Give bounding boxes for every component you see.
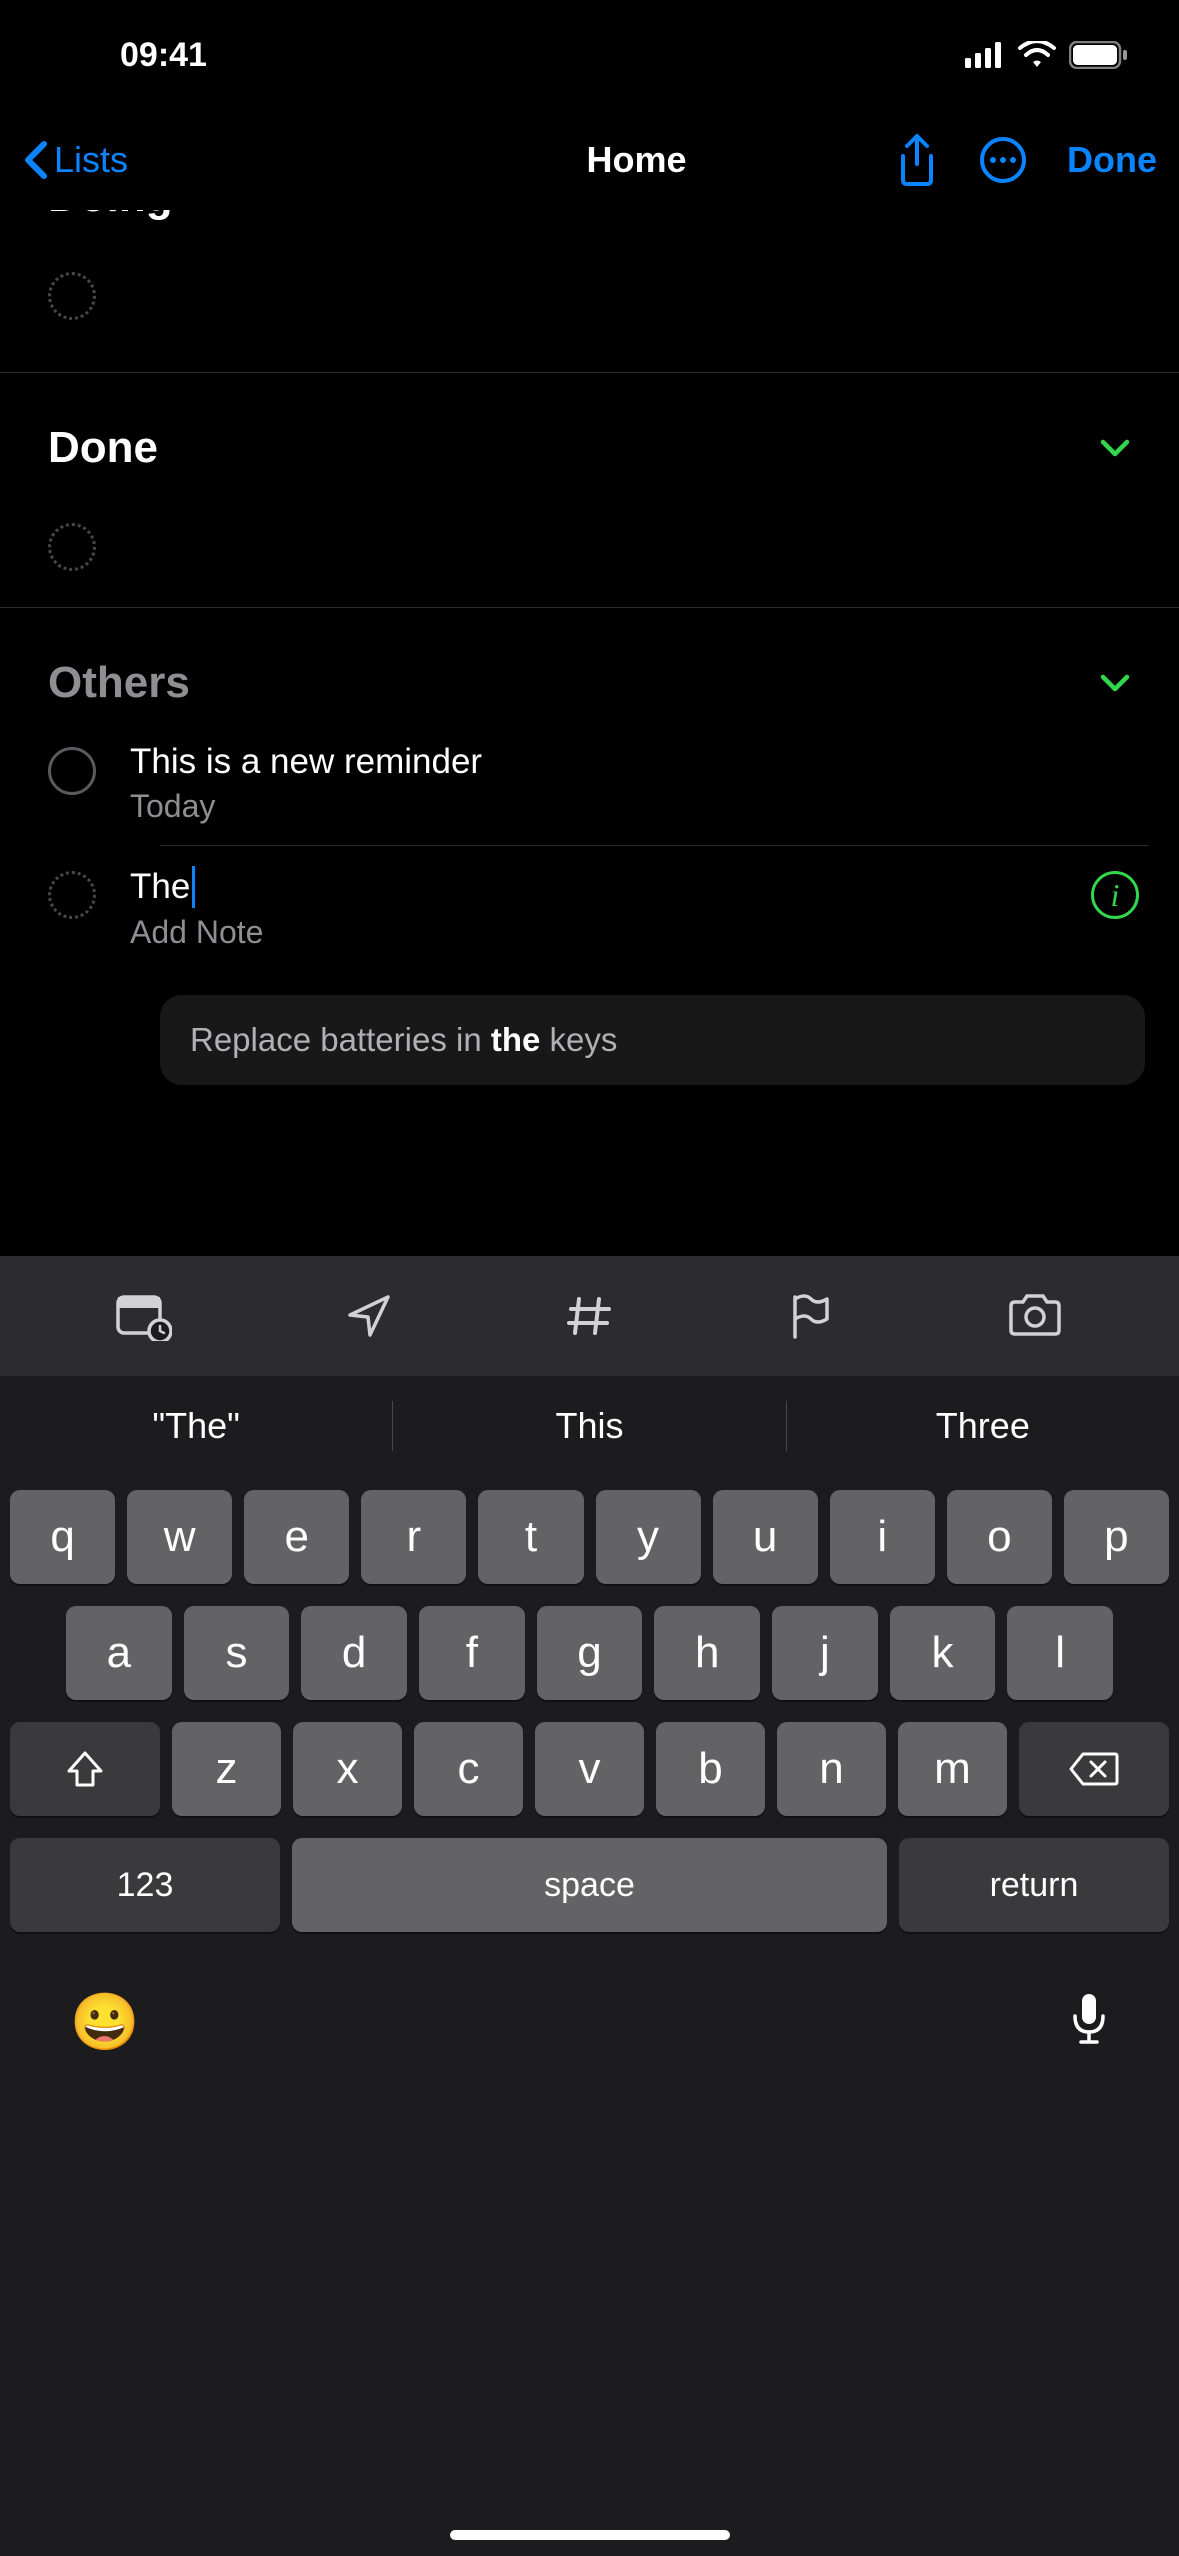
add-note-placeholder[interactable]: Add Note bbox=[130, 914, 1057, 951]
shift-icon bbox=[63, 1747, 107, 1791]
key-w[interactable]: w bbox=[127, 1490, 232, 1584]
reminder-row-editing[interactable]: The Add Note i bbox=[0, 846, 1179, 971]
key-b[interactable]: b bbox=[656, 1722, 765, 1816]
reminders-content[interactable]: Doing Done Others This is a new reminder… bbox=[0, 210, 1179, 1256]
empty-reminder-doing[interactable] bbox=[0, 236, 1179, 356]
reminder-title: This is a new reminder bbox=[130, 742, 1139, 782]
kb-row-4: 123 space return bbox=[10, 1838, 1169, 1932]
kb-row-1: q w e r t y u i o p bbox=[10, 1490, 1169, 1584]
status-time: 09:41 bbox=[120, 36, 207, 75]
status-bar: 09:41 bbox=[0, 0, 1179, 110]
reminder-title-input[interactable]: The bbox=[130, 866, 1057, 908]
suggestion-2[interactable]: This bbox=[393, 1405, 785, 1447]
suggestion-1[interactable]: "The" bbox=[0, 1405, 392, 1447]
dictation-button[interactable] bbox=[1069, 1992, 1109, 2053]
kb-row-2: a s d f g h j k l bbox=[10, 1606, 1169, 1700]
back-button[interactable]: Lists bbox=[22, 139, 128, 181]
section-others-header[interactable]: Others bbox=[0, 648, 1179, 722]
key-g[interactable]: g bbox=[537, 1606, 643, 1700]
back-label: Lists bbox=[54, 139, 128, 181]
location-icon[interactable] bbox=[344, 1291, 394, 1341]
section-done-title: Done bbox=[48, 423, 158, 473]
keyboard-bottom: 😀 bbox=[0, 1954, 1179, 2055]
info-button[interactable]: i bbox=[1091, 871, 1139, 919]
flag-icon[interactable] bbox=[787, 1291, 835, 1341]
section-others-title: Others bbox=[48, 658, 190, 708]
camera-icon[interactable] bbox=[1007, 1294, 1063, 1338]
key-return[interactable]: return bbox=[899, 1838, 1169, 1932]
section-doing-title: Doing bbox=[48, 210, 173, 222]
key-c[interactable]: c bbox=[414, 1722, 523, 1816]
key-q[interactable]: q bbox=[10, 1490, 115, 1584]
key-h[interactable]: h bbox=[654, 1606, 760, 1700]
key-x[interactable]: x bbox=[293, 1722, 402, 1816]
reminder-row[interactable]: This is a new reminder Today bbox=[0, 722, 1179, 845]
status-icons bbox=[965, 41, 1129, 69]
chevron-left-icon bbox=[22, 140, 48, 180]
more-icon[interactable] bbox=[979, 136, 1027, 184]
section-done-header[interactable]: Done bbox=[0, 413, 1179, 487]
home-indicator[interactable] bbox=[450, 2530, 730, 2540]
nav-title: Home bbox=[398, 139, 875, 181]
siri-suggestion[interactable]: Replace batteries in the keys bbox=[160, 995, 1145, 1085]
key-d[interactable]: d bbox=[301, 1606, 407, 1700]
complete-circle-icon[interactable] bbox=[48, 871, 96, 919]
key-shift[interactable] bbox=[10, 1722, 160, 1816]
add-circle-icon bbox=[48, 523, 96, 571]
key-y[interactable]: y bbox=[596, 1490, 701, 1584]
calendar-icon[interactable] bbox=[116, 1291, 172, 1341]
section-doing-header[interactable]: Doing bbox=[0, 210, 1179, 236]
keyboard-suggestions: "The" This Three bbox=[0, 1376, 1179, 1476]
key-n[interactable]: n bbox=[777, 1722, 886, 1816]
key-u[interactable]: u bbox=[713, 1490, 818, 1584]
text-caret bbox=[192, 866, 195, 908]
key-v[interactable]: v bbox=[535, 1722, 644, 1816]
key-i[interactable]: i bbox=[830, 1490, 935, 1584]
key-backspace[interactable] bbox=[1019, 1722, 1169, 1816]
done-button[interactable]: Done bbox=[1067, 139, 1157, 181]
reminder-date: Today bbox=[130, 788, 1139, 825]
mic-icon bbox=[1069, 1992, 1109, 2048]
key-space[interactable]: space bbox=[292, 1838, 887, 1932]
keyboard: "The" This Three q w e r t y u i o p a s… bbox=[0, 1256, 1179, 2556]
key-a[interactable]: a bbox=[66, 1606, 172, 1700]
key-o[interactable]: o bbox=[947, 1490, 1052, 1584]
wifi-icon bbox=[1017, 41, 1057, 69]
emoji-button[interactable]: 😀 bbox=[70, 1989, 140, 2055]
kb-row-3: z x c v b n m bbox=[10, 1722, 1169, 1816]
key-s[interactable]: s bbox=[184, 1606, 290, 1700]
empty-reminder-done[interactable] bbox=[0, 487, 1179, 607]
complete-circle-icon[interactable] bbox=[48, 747, 96, 795]
hashtag-icon[interactable] bbox=[565, 1291, 615, 1341]
add-circle-icon bbox=[48, 272, 96, 320]
key-m[interactable]: m bbox=[898, 1722, 1007, 1816]
key-k[interactable]: k bbox=[890, 1606, 996, 1700]
key-t[interactable]: t bbox=[478, 1490, 583, 1584]
nav-bar: Lists Home Done bbox=[0, 110, 1179, 210]
key-j[interactable]: j bbox=[772, 1606, 878, 1700]
quick-toolbar bbox=[0, 1256, 1179, 1376]
key-e[interactable]: e bbox=[244, 1490, 349, 1584]
chevron-down-icon[interactable] bbox=[1099, 673, 1131, 693]
key-r[interactable]: r bbox=[361, 1490, 466, 1584]
battery-icon bbox=[1069, 41, 1129, 69]
key-123[interactable]: 123 bbox=[10, 1838, 280, 1932]
share-icon[interactable] bbox=[895, 134, 939, 186]
key-l[interactable]: l bbox=[1007, 1606, 1113, 1700]
suggestion-3[interactable]: Three bbox=[787, 1405, 1179, 1447]
backspace-icon bbox=[1069, 1750, 1119, 1788]
chevron-down-icon[interactable] bbox=[1099, 438, 1131, 458]
cellular-icon bbox=[965, 42, 1005, 68]
key-f[interactable]: f bbox=[419, 1606, 525, 1700]
key-z[interactable]: z bbox=[172, 1722, 281, 1816]
key-p[interactable]: p bbox=[1064, 1490, 1169, 1584]
